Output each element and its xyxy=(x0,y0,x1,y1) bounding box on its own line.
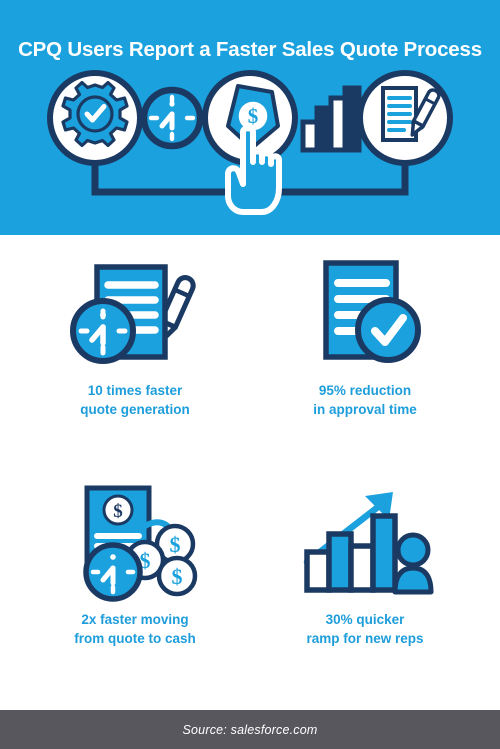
source-attribution: Source: salesforce.com xyxy=(182,722,318,737)
invoice-coins-clock-icon: $ $ $ $ xyxy=(65,480,205,602)
stat-caption: 2x faster moving from quote to cash xyxy=(74,611,196,646)
header-icon-strip: $ xyxy=(47,70,453,215)
stat-caption: 10 times faster quote generation xyxy=(80,383,190,418)
document-pencil-icon xyxy=(357,70,453,166)
infographic-root: CPQ Users Report a Faster Sales Quote Pr… xyxy=(0,0,500,749)
stat-caption: 30% quicker ramp for new reps xyxy=(306,611,424,646)
stats-grid: 10 times faster quote generation 95% red… xyxy=(0,235,500,710)
stat-card-quote-to-cash: $ $ $ $ 2x faster moving from quote to c… xyxy=(20,480,250,705)
svg-text:$: $ xyxy=(113,501,123,522)
clock-icon xyxy=(140,86,204,150)
stat-caption: 95% reduction in approval time xyxy=(313,383,417,418)
document-check-icon xyxy=(300,255,430,373)
gear-check-icon xyxy=(47,70,143,166)
header-banner: CPQ Users Report a Faster Sales Quote Pr… xyxy=(0,0,500,235)
stat-card-approval-time: 95% reduction in approval time xyxy=(250,255,480,480)
page-title: CPQ Users Report a Faster Sales Quote Pr… xyxy=(18,38,482,61)
svg-text:$: $ xyxy=(248,104,259,128)
svg-text:$: $ xyxy=(170,532,181,557)
footer-bar: Source: salesforce.com xyxy=(0,710,500,749)
document-pencil-clock-icon xyxy=(65,255,205,373)
stat-card-quote-generation: 10 times faster quote generation xyxy=(20,255,250,480)
bar-chart-icon xyxy=(300,85,362,153)
svg-text:$: $ xyxy=(172,564,183,589)
stat-card-ramp-new-reps: 30% quicker ramp for new reps xyxy=(250,480,480,705)
bar-chart-person-arrow-icon xyxy=(295,480,435,602)
